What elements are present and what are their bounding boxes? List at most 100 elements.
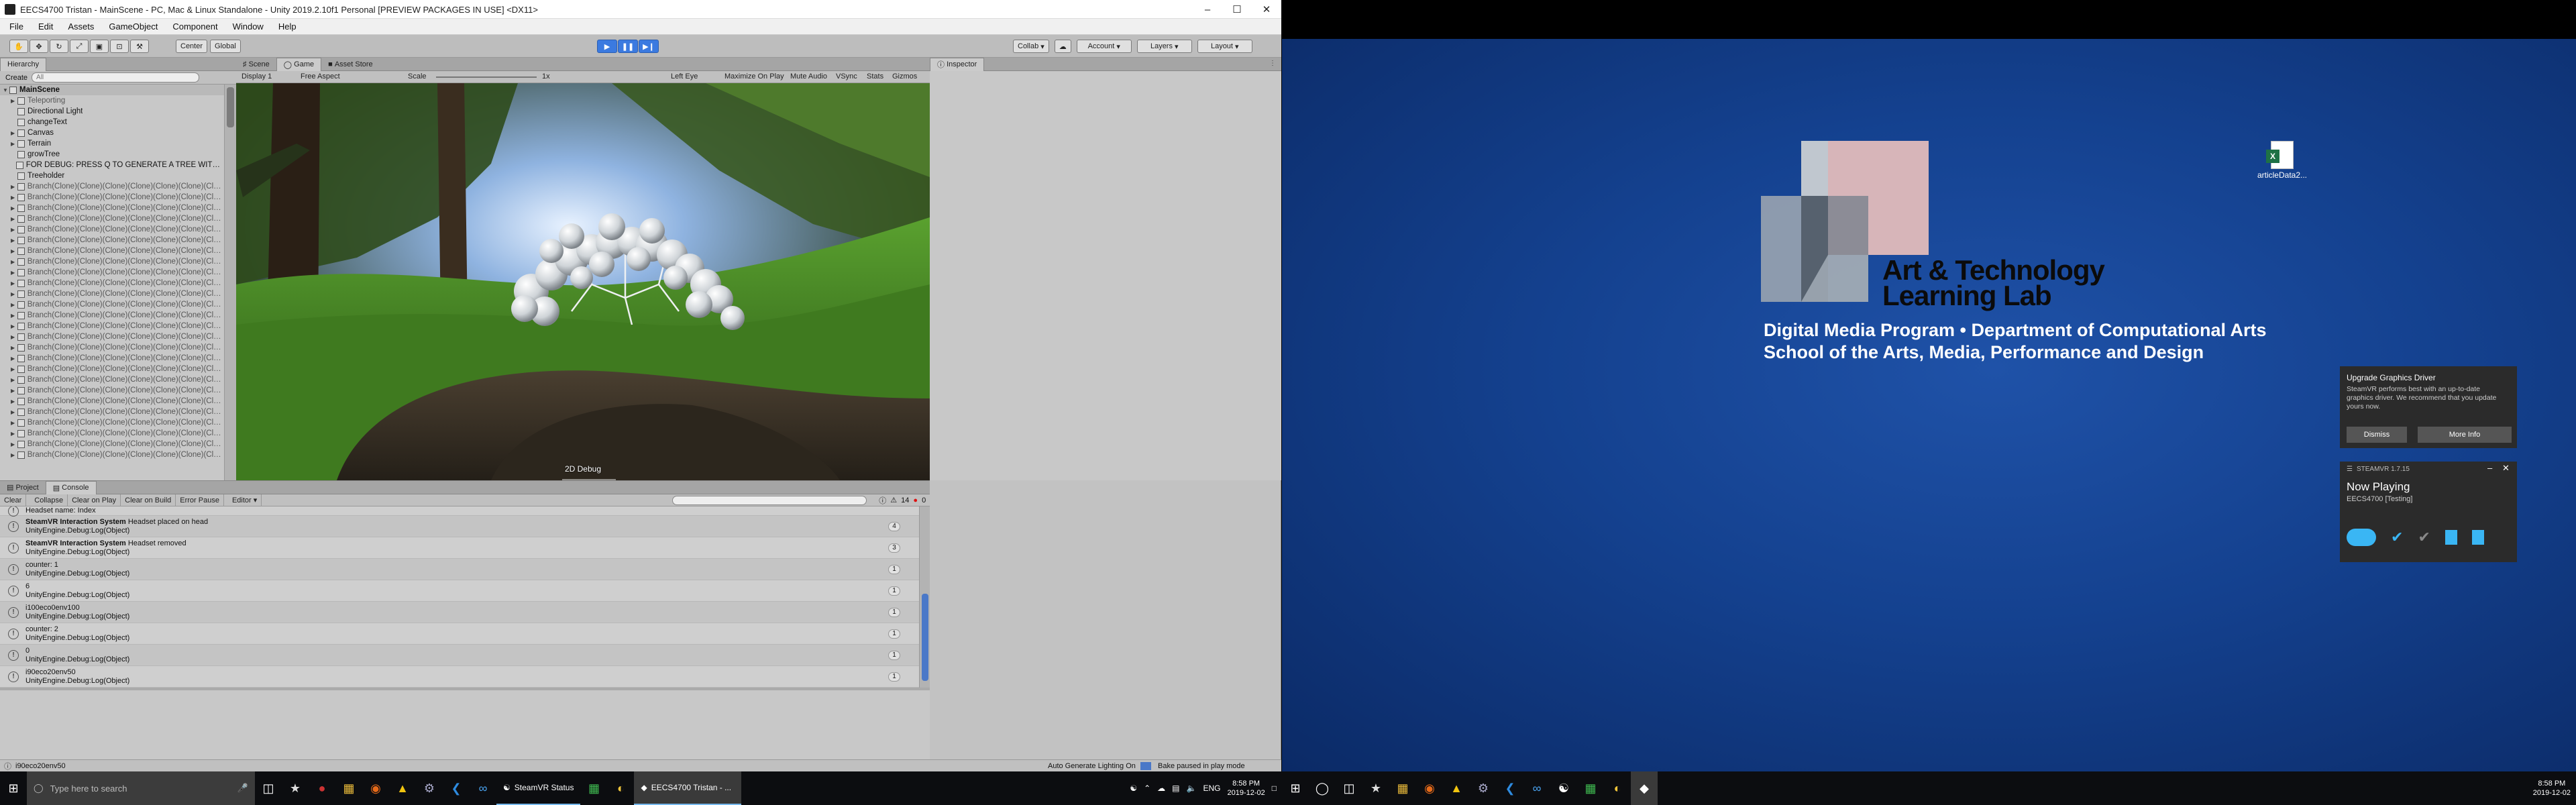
expand-icon[interactable]: ▶ xyxy=(11,270,17,276)
expand-icon[interactable]: ▶ xyxy=(11,345,17,351)
error-pause-toggle[interactable]: Error Pause xyxy=(176,494,224,506)
vscode-icon[interactable]: ❮ xyxy=(443,771,470,805)
expand-icon[interactable]: ▶ xyxy=(11,259,17,265)
spreadsheet-icon[interactable]: ▦ xyxy=(580,771,607,805)
firefox-icon-2[interactable]: ◉ xyxy=(1416,771,1443,805)
hierarchy-item[interactable]: ▶ Branch(Clone)(Clone)(Clone)(Clone)(Clon… xyxy=(0,396,224,407)
menu-help[interactable]: Help xyxy=(278,21,297,32)
desktop-file-icon[interactable]: X articleData2... xyxy=(2252,141,2312,180)
expand-icon[interactable]: ▶ xyxy=(11,248,17,254)
chrome-icon[interactable]: ◐ xyxy=(607,771,634,805)
steam-icon-2[interactable]: ⚙ xyxy=(1470,771,1497,805)
console-log-entry[interactable]: ! SteamVR Interaction System Headset remo… xyxy=(0,537,919,559)
notifications-icon[interactable]: □ xyxy=(1272,784,1277,793)
hierarchy-item[interactable]: growTree xyxy=(0,149,224,160)
vsync-toggle[interactable]: VSync xyxy=(836,72,857,80)
cloud-icon[interactable]: ☁ xyxy=(1054,40,1071,53)
expand-icon[interactable]: ▶ xyxy=(11,195,17,201)
hierarchy-item[interactable]: ▶ Terrain xyxy=(0,138,224,149)
hierarchy-item[interactable]: ▶ Branch(Clone)(Clone)(Clone)(Clone)(Clon… xyxy=(0,246,224,256)
layers-dropdown[interactable]: Layers ▾ xyxy=(1136,40,1192,53)
tray-people-icon[interactable]: ☯ xyxy=(1130,784,1137,793)
editor-dropdown[interactable]: Editor ▾ xyxy=(228,494,262,506)
global-toggle[interactable]: Global xyxy=(210,40,241,53)
steamvr-icon-2[interactable]: ☯ xyxy=(1550,771,1577,805)
status-last-log[interactable]: i90eco20env50 xyxy=(15,762,66,770)
console-log-entry[interactable]: ! Headset name: Index xyxy=(0,506,919,517)
hierarchy-item[interactable]: ▶ Branch(Clone)(Clone)(Clone)(Clone)(Clon… xyxy=(0,310,224,321)
hierarchy-item[interactable]: ▶ Branch(Clone)(Clone)(Clone)(Clone)(Clon… xyxy=(0,203,224,213)
game-viewport[interactable]: 2D Debug xyxy=(236,83,930,480)
maximize-on-play-toggle[interactable]: Maximize On Play xyxy=(724,72,784,80)
hierarchy-item[interactable]: Treeholder xyxy=(0,170,224,181)
taskbar-steamvr-status[interactable]: ☯ SteamVR Status xyxy=(496,771,581,805)
expand-icon[interactable]: ▶ xyxy=(11,302,17,308)
collapse-toggle[interactable]: Collapse xyxy=(30,494,68,506)
tray-clock-2[interactable]: 8:58 PM 2019-12-02 xyxy=(2533,779,2571,798)
base-station-1-icon[interactable] xyxy=(2445,530,2457,545)
expand-icon[interactable]: ▶ xyxy=(11,420,17,426)
hierarchy-item[interactable]: ▶ Branch(Clone)(Clone)(Clone)(Clone)(Clon… xyxy=(0,224,224,235)
panel-menu-icon[interactable]: ⋮ xyxy=(1269,60,1276,67)
hierarchy-item[interactable]: ▶ Branch(Clone)(Clone)(Clone)(Clone)(Clon… xyxy=(0,407,224,417)
console-log-entry[interactable]: ! counter: 2 UnityEngine.Debug:Log(Object)… xyxy=(0,623,919,645)
hierarchy-scrollbar[interactable] xyxy=(224,85,236,480)
hierarchy-item[interactable]: ▶ Branch(Clone)(Clone)(Clone)(Clone)(Clon… xyxy=(0,417,224,428)
hierarchy-item[interactable]: ▶ Branch(Clone)(Clone)(Clone)(Clone)(Clon… xyxy=(0,288,224,299)
clear-on-build-toggle[interactable]: Clear on Build xyxy=(121,494,176,506)
unity-icon-2[interactable]: ◆ xyxy=(1631,771,1658,805)
status-autogen[interactable]: Auto Generate Lighting On xyxy=(1048,762,1136,770)
error-count-icon[interactable]: ● xyxy=(913,496,918,504)
start-windows-icon[interactable]: ⊞ xyxy=(0,771,27,805)
expand-icon[interactable]: ▶ xyxy=(11,291,17,297)
console-log-entry[interactable]: ! 0 UnityEngine.Debug:Log(Object) 1 xyxy=(0,645,919,666)
hierarchy-item[interactable]: ▶ Branch(Clone)(Clone)(Clone)(Clone)(Clon… xyxy=(0,385,224,396)
center-toggle[interactable]: Center xyxy=(176,40,208,53)
search-icon-2[interactable]: ◯ xyxy=(1309,771,1336,805)
expand-icon[interactable]: ▶ xyxy=(11,409,17,415)
hierarchy-item[interactable]: ▶ Branch(Clone)(Clone)(Clone)(Clone)(Clon… xyxy=(0,342,224,353)
close-button[interactable]: ✕ xyxy=(1252,0,1281,19)
gizmos-dropdown[interactable]: Gizmos xyxy=(892,72,917,80)
steamvr-minimize-button[interactable]: – xyxy=(2487,463,2492,473)
step-icon[interactable]: ▶❙ xyxy=(639,40,659,53)
file-explorer-icon[interactable]: ▦ xyxy=(335,771,362,805)
expand-icon[interactable]: ▶ xyxy=(11,356,17,362)
hierarchy-item[interactable]: ▶ Branch(Clone)(Clone)(Clone)(Clone)(Clon… xyxy=(0,364,224,374)
pause-icon[interactable]: ❚❚ xyxy=(618,40,638,53)
expand-icon[interactable]: ▶ xyxy=(11,388,17,394)
chrome-icon-2[interactable]: ◐ xyxy=(1604,771,1631,805)
app-icon-b[interactable]: ● xyxy=(309,771,335,805)
account-dropdown[interactable]: Account ▾ xyxy=(1076,40,1132,53)
menu-file[interactable]: File xyxy=(9,21,23,32)
collab-dropdown[interactable]: Collab ▾ xyxy=(1013,40,1049,53)
tab-console[interactable]: ▤ Console xyxy=(45,480,97,494)
layout-dropdown[interactable]: Layout ▾ xyxy=(1197,40,1252,53)
menu-assets[interactable]: Assets xyxy=(68,21,94,32)
spreadsheet-icon-2[interactable]: ▦ xyxy=(1577,771,1604,805)
tray-lang[interactable]: ENG xyxy=(1203,784,1220,793)
expand-icon[interactable]: ▶ xyxy=(11,323,17,329)
hierarchy-item[interactable]: ▶ Branch(Clone)(Clone)(Clone)(Clone)(Clon… xyxy=(0,374,224,385)
game-icon[interactable]: ▲ xyxy=(389,771,416,805)
expand-icon[interactable]: ▶ xyxy=(11,334,17,340)
vscode-icon-2[interactable]: ❮ xyxy=(1497,771,1523,805)
dismiss-button[interactable]: Dismiss xyxy=(2347,427,2407,443)
taskbar-search-box[interactable]: ◯ Type here to search 🎤 xyxy=(27,771,255,805)
expand-icon[interactable]: ▶ xyxy=(11,431,17,437)
expand-icon[interactable]: ▶ xyxy=(11,227,17,233)
task-view-icon-2[interactable]: ◫ xyxy=(1336,771,1362,805)
hierarchy-item[interactable]: ▶ Branch(Clone)(Clone)(Clone)(Clone)(Clon… xyxy=(0,181,224,192)
menu-edit[interactable]: Edit xyxy=(38,21,53,32)
hierarchy-item[interactable]: ▶ Branch(Clone)(Clone)(Clone)(Clone)(Clon… xyxy=(0,439,224,449)
base-station-2-icon[interactable] xyxy=(2471,530,2484,545)
warn-count-icon[interactable]: ⚠ xyxy=(890,496,897,504)
game-icon-2[interactable]: ▲ xyxy=(1443,771,1470,805)
expand-icon[interactable]: ▶ xyxy=(11,280,17,286)
expand-icon[interactable]: ▶ xyxy=(11,441,17,447)
firefox-icon[interactable]: ◉ xyxy=(362,771,389,805)
controller-right-icon[interactable]: ✔ xyxy=(2418,529,2430,546)
menu-window[interactable]: Window xyxy=(233,21,264,32)
console-scroll-thumb[interactable] xyxy=(922,594,928,681)
expand-icon[interactable]: ▶ xyxy=(11,141,17,147)
